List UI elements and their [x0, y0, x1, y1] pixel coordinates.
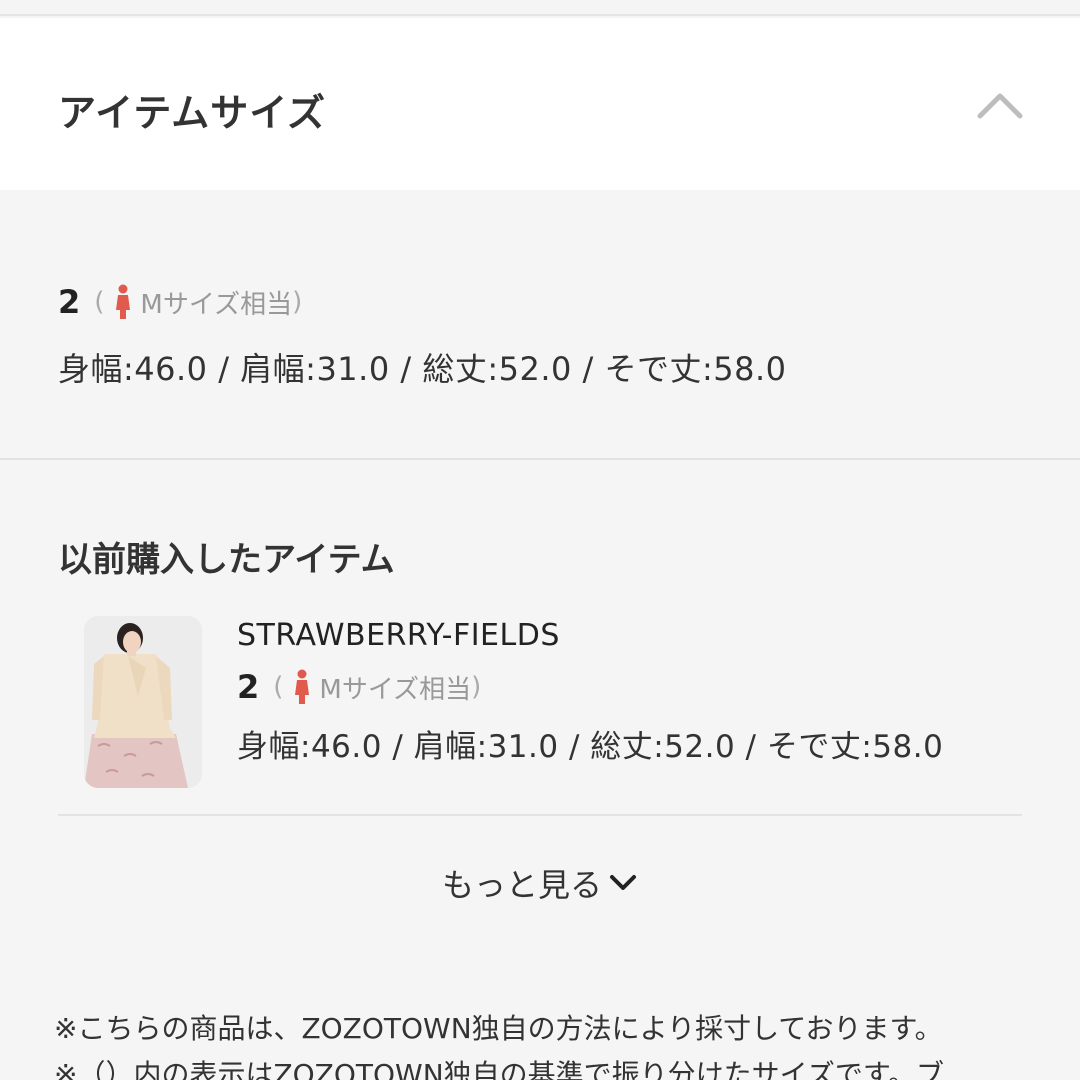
size-equivalent: Mサイズ相当 [140, 289, 293, 320]
show-more-label: もっと見る [441, 866, 602, 904]
previous-item[interactable]: STRAWBERRY-FIELDS 2 ( Mサイズ相当 ) 身幅:46.0 /… [84, 616, 1044, 790]
paren-close: ) [471, 672, 482, 702]
section-title: アイテムサイズ [58, 91, 327, 135]
person-icon [293, 669, 311, 705]
chevron-up-icon[interactable] [972, 78, 1028, 134]
show-more-button[interactable]: もっと見る [0, 858, 1080, 908]
size-value: 2 [237, 668, 260, 706]
divider [0, 458, 1080, 460]
top-divider [0, 0, 1080, 16]
paren-open: ( [273, 672, 284, 702]
person-icon [114, 284, 132, 320]
measurements: 身幅:46.0 / 肩幅:31.0 / 総丈:52.0 / そで丈:58.0 [237, 729, 944, 765]
divider [58, 814, 1022, 816]
measurements: 身幅:46.0 / 肩幅:31.0 / 総丈:52.0 / そで丈:58.0 [58, 350, 787, 388]
size-equivalent: Mサイズ相当 [319, 674, 472, 705]
note-line: ※（）内の表示はZOZOTOWN独自の基準で振り分けたサイズです。ブ [54, 1058, 945, 1080]
current-size-block: 2 ( Mサイズ相当 ) 身幅:46.0 / 肩幅:31.0 / 総丈:52.0… [58, 282, 1038, 390]
previous-item-info: STRAWBERRY-FIELDS 2 ( Mサイズ相当 ) 身幅:46.0 /… [237, 616, 1037, 766]
notes: ※こちらの商品は、ZOZOTOWN独自の方法により採寸しております。 ※（）内の… [54, 1006, 1074, 1080]
paren-close: ) [292, 287, 303, 317]
brand-name: STRAWBERRY-FIELDS [237, 618, 560, 653]
size-line: 2 ( Mサイズ相当 ) [58, 282, 1038, 322]
product-thumbnail[interactable] [84, 616, 202, 788]
paren-open: ( [94, 287, 105, 317]
note-line: ※こちらの商品は、ZOZOTOWN独自の方法により採寸しております。 [54, 1012, 943, 1045]
previous-items-title: 以前購入したアイテム [58, 540, 395, 580]
chevron-down-icon [608, 872, 638, 894]
item-size-header[interactable]: アイテムサイズ [0, 18, 1080, 190]
size-value: 2 [58, 283, 81, 321]
size-line: 2 ( Mサイズ相当 ) [237, 667, 1037, 707]
